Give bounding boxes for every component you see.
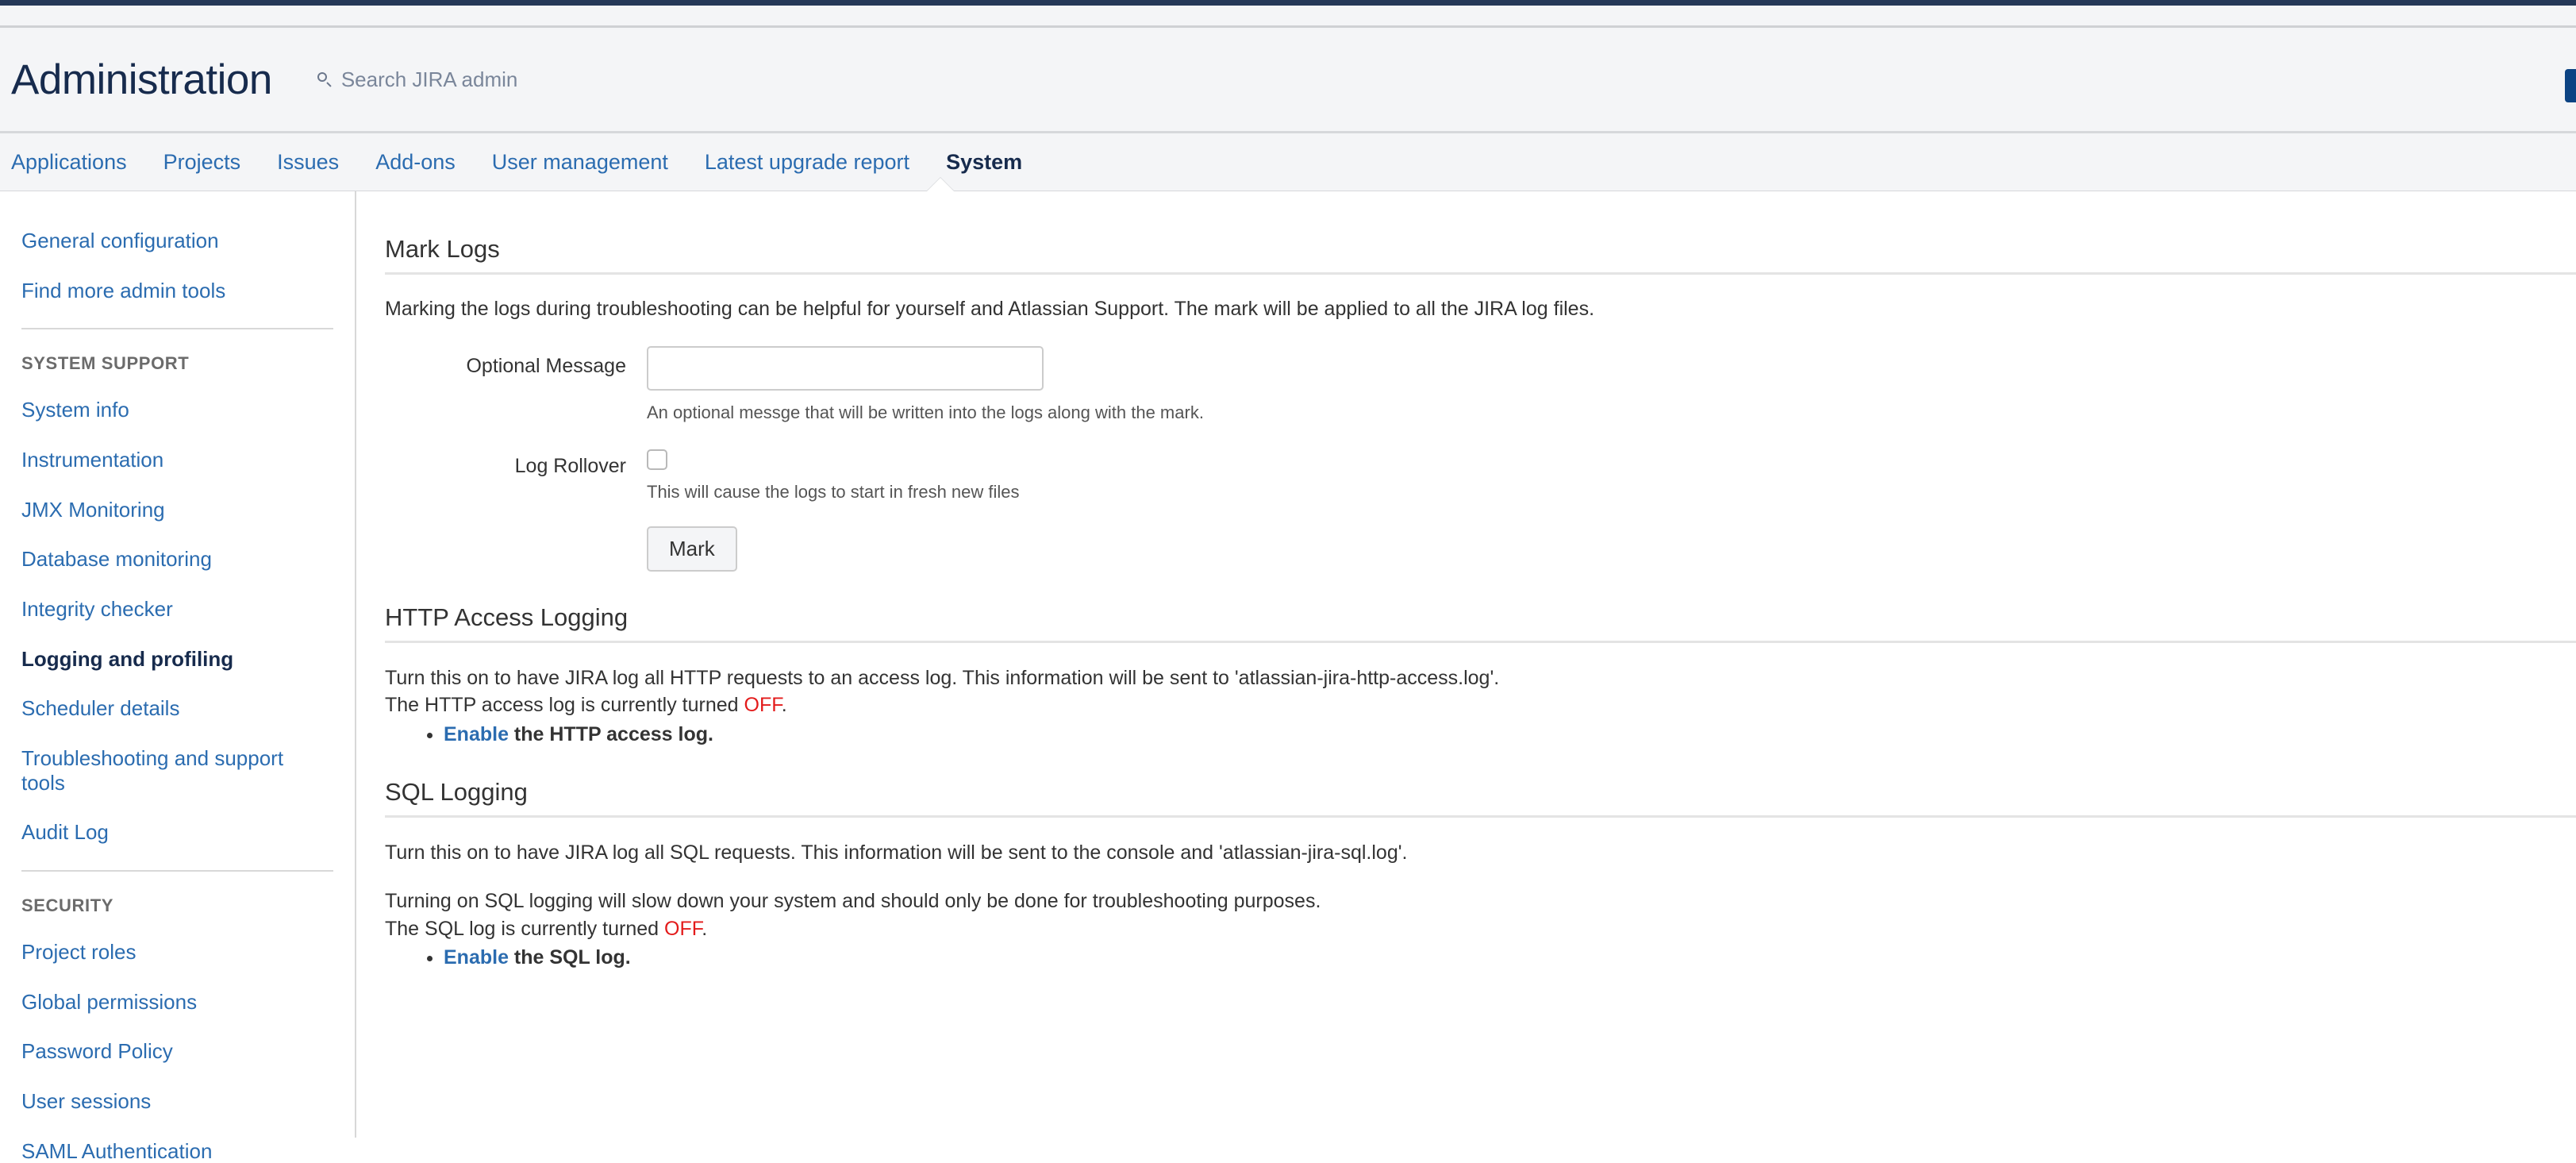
sql-logging-status: The SQL log is currently turned OFF. (385, 915, 2576, 943)
http-access-logging-description: Turn this on to have JIRA log all HTTP r… (385, 666, 1500, 689)
admin-header-bar: Administration Search JIRA admin (0, 28, 2576, 133)
sidebar-item-integrity-checker[interactable]: Integrity checker (0, 597, 315, 622)
sidebar-item-general-configuration[interactable]: General configuration (0, 229, 315, 253)
header-blank-row (0, 6, 2576, 28)
sidebar-item-logging-and-profiling[interactable]: Logging and profiling (0, 647, 315, 672)
sidebar-item-jmx-monitoring[interactable]: JMX Monitoring (0, 498, 315, 522)
optional-message-input[interactable] (647, 345, 1044, 391)
sql-logging-title: SQL Logging (385, 777, 528, 806)
sidebar-item-saml-authentication[interactable]: SAML Authentication (0, 1139, 315, 1163)
tab-latest-upgrade-report[interactable]: Latest upgrade report (705, 150, 909, 175)
optional-message-row: Optional Message An optional messge that… (385, 345, 2576, 423)
header-right-action-button[interactable] (2565, 69, 2576, 102)
sidebar-item-project-roles[interactable]: Project roles (0, 940, 315, 965)
tab-projects[interactable]: Projects (163, 150, 241, 175)
http-status-value: OFF (744, 694, 782, 717)
sql-enable-list: Enable the SQL log. (385, 946, 2576, 969)
enable-http-access-log-link[interactable]: Enable (444, 723, 509, 745)
sidebar-item-find-more-admin-tools[interactable]: Find more admin tools (0, 279, 315, 303)
sql-logging-rule (385, 814, 2576, 818)
mark-logs-description: Marking the logs during troubleshooting … (385, 298, 1595, 320)
sidebar-item-password-policy[interactable]: Password Policy (0, 1039, 315, 1064)
admin-nav-tabs: Applications Projects Issues Add-ons Use… (0, 133, 2576, 191)
mark-logs-title: Mark Logs (385, 235, 500, 263)
http-enable-list: Enable the HTTP access log. (385, 723, 2576, 746)
list-item: Enable the SQL log. (444, 946, 2576, 969)
list-item: Enable the HTTP access log. (444, 723, 2576, 746)
sidebar-item-global-permissions[interactable]: Global permissions (0, 990, 315, 1015)
section-sql-logging: SQL Logging Turn this on to have JIRA lo… (385, 778, 2576, 970)
optional-message-help: An optional messge that will be written … (647, 402, 1204, 422)
mark-logs-rule (385, 272, 2576, 275)
http-access-logging-rule (385, 640, 2576, 643)
search-icon (317, 71, 333, 87)
tab-issues[interactable]: Issues (277, 150, 339, 175)
optional-message-field-wrap: An optional messge that will be written … (647, 345, 2576, 423)
section-mark-logs: Mark Logs Marking the logs during troubl… (385, 235, 2576, 572)
http-access-logging-title: HTTP Access Logging (385, 603, 629, 631)
top-accent-strip (0, 0, 2576, 6)
mark-button[interactable]: Mark (647, 526, 737, 572)
log-rollover-field-wrap: This will cause the logs to start in fre… (647, 446, 2576, 572)
http-status-suffix: . (781, 694, 787, 717)
sql-status-prefix: The SQL log is currently turned (385, 917, 665, 940)
tab-applications[interactable]: Applications (11, 150, 127, 175)
sidebar-heading-system-support: SYSTEM SUPPORT (21, 353, 190, 374)
http-status-prefix: The HTTP access log is currently turned (385, 694, 744, 717)
sidebar-item-database-monitoring[interactable]: Database monitoring (0, 547, 315, 572)
log-rollover-help: This will cause the logs to start in fre… (647, 481, 1020, 502)
enable-http-suffix: the HTTP access log. (508, 722, 713, 745)
optional-message-label: Optional Message (466, 354, 626, 377)
tab-user-management[interactable]: User management (492, 150, 668, 175)
page-body: General configuration Find more admin to… (0, 191, 2576, 1163)
tab-add-ons[interactable]: Add-ons (375, 150, 456, 175)
sidebar-divider-2 (21, 870, 333, 872)
sidebar-item-audit-log[interactable]: Audit Log (0, 820, 315, 845)
sql-status-suffix: . (702, 917, 708, 940)
enable-sql-log-link[interactable]: Enable (444, 946, 509, 969)
main-content: Mark Logs Marking the logs during troubl… (356, 191, 2576, 1138)
active-tab-pointer (927, 178, 954, 191)
tab-system[interactable]: System (946, 150, 1022, 175)
log-rollover-row: Log Rollover This will cause the logs to… (385, 446, 2576, 572)
enable-sql-suffix: the SQL log. (508, 946, 631, 969)
log-rollover-label: Log Rollover (514, 454, 626, 477)
sidebar-heading-security: SECURITY (21, 895, 114, 916)
log-rollover-checkbox[interactable] (647, 449, 667, 470)
page-title: Administration (11, 56, 272, 103)
sql-logging-warning: Turning on SQL logging will slow down yo… (385, 890, 1321, 913)
search-jira-admin[interactable]: Search JIRA admin (317, 67, 518, 92)
section-http-access-logging: HTTP Access Logging Turn this on to have… (385, 603, 2576, 746)
sidebar-item-instrumentation[interactable]: Instrumentation (0, 448, 315, 472)
sql-status-value: OFF (664, 917, 702, 940)
search-input[interactable]: Search JIRA admin (341, 67, 518, 92)
http-access-logging-status: The HTTP access log is currently turned … (385, 691, 2576, 719)
sidebar-divider-1 (21, 328, 333, 330)
admin-sidebar: General configuration Find more admin to… (0, 191, 356, 1163)
sidebar-item-troubleshooting-and-support-tools[interactable]: Troubleshooting and support tools (0, 746, 315, 795)
sidebar-item-scheduler-details[interactable]: Scheduler details (0, 696, 315, 721)
sidebar-item-user-sessions[interactable]: User sessions (0, 1089, 315, 1114)
sidebar-item-system-info[interactable]: System info (0, 398, 315, 422)
sql-logging-description: Turn this on to have JIRA log all SQL re… (385, 841, 1408, 864)
